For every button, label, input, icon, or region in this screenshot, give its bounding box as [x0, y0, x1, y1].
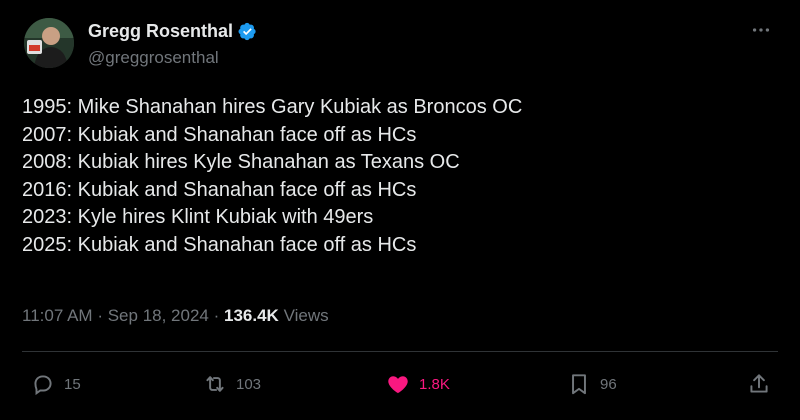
author-handle[interactable]: @greggrosenthal — [88, 48, 219, 68]
tweet-date[interactable]: Sep 18, 2024 — [108, 306, 209, 325]
tweet-meta: 11:07 AM · Sep 18, 2024 · 136.4K Views — [22, 306, 329, 326]
heart-icon — [388, 376, 408, 394]
reply-icon — [34, 375, 52, 396]
like-count: 1.8K — [419, 375, 450, 393]
views-label: Views — [283, 306, 329, 325]
verified-badge-icon — [238, 22, 256, 41]
share-icon — [750, 374, 768, 393]
tweet-time[interactable]: 11:07 AM — [22, 306, 93, 325]
bookmark-button[interactable]: 96 — [566, 370, 617, 398]
tweet-line: 2025: Kubiak and Shanahan face off as HC… — [22, 233, 417, 256]
avatar[interactable] — [24, 18, 74, 68]
reply-count: 15 — [64, 375, 81, 393]
author-display-name[interactable]: Gregg Rosenthal — [88, 21, 233, 42]
retweet-button[interactable]: 103 — [202, 370, 261, 398]
meta-separator: · — [213, 306, 220, 325]
meta-separator: · — [97, 306, 103, 325]
divider — [22, 351, 778, 352]
tweet-line: 2023: Kyle hires Klint Kubiak with 49ers — [22, 206, 374, 228]
author-name-row[interactable]: Gregg Rosenthal — [88, 21, 257, 42]
tweet-card: Gregg Rosenthal @greggrosenthal 1995: Mi… — [0, 0, 800, 420]
views-count: 136.4K — [224, 306, 279, 325]
bookmark-count: 96 — [600, 375, 617, 393]
share-button[interactable] — [746, 370, 772, 398]
tweet-line: 2008: Kubiak hires Kyle Shanahan as Texa… — [22, 151, 460, 173]
tweet-line: 2016: Kubiak and Shanahan face off as HC… — [22, 178, 417, 201]
avatar-image — [24, 18, 74, 68]
retweet-count: 103 — [236, 375, 262, 393]
bookmark-icon — [572, 374, 586, 395]
like-button[interactable]: 1.8K — [385, 370, 450, 398]
tweet-text: 1995: Mike Shanahan hires Gary Kubiak as… — [22, 94, 762, 259]
reply-button[interactable]: 15 — [30, 370, 81, 398]
tweet-line: 2007: Kubiak and Shanahan face off as HC… — [22, 123, 417, 146]
retweet-icon — [206, 376, 224, 392]
more-icon[interactable] — [750, 20, 772, 40]
tweet-line: 1995: Mike Shanahan hires Gary Kubiak as… — [22, 96, 523, 118]
